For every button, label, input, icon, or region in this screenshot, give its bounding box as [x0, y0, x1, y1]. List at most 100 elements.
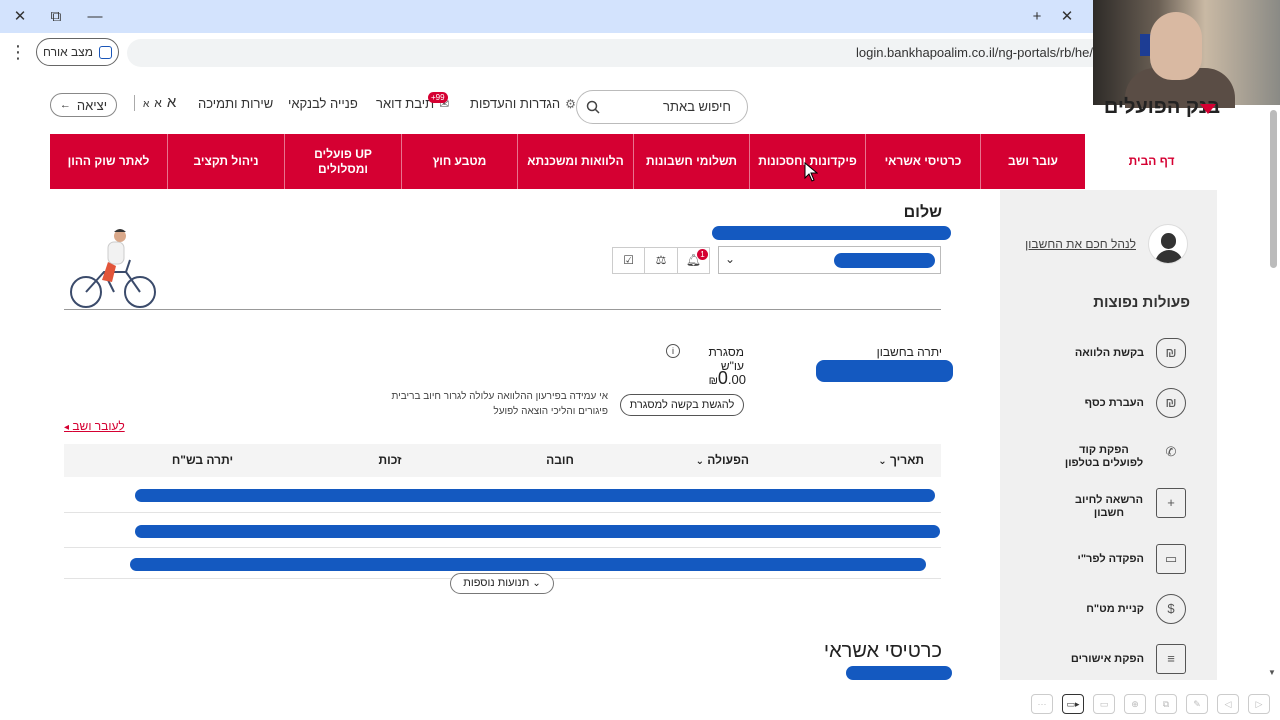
mailbox-label: תיבת דואר: [376, 96, 435, 111]
font-size-controls: א א א: [143, 94, 176, 111]
action-money-transfer[interactable]: העברת כסף ₪: [1020, 384, 1200, 428]
settings-link[interactable]: הגדרות והעדפות ⚙: [470, 96, 576, 111]
credit-disclaimer: אי עמידה בפירעון ההלוואה עלולה לגרור חיו…: [391, 391, 608, 417]
more-icon[interactable]: ···: [1031, 694, 1053, 714]
to-current-account-link[interactable]: ◂ לעובר ושב: [64, 419, 125, 433]
column-date-label: תאריך: [889, 453, 924, 467]
scroll-down-arrow-icon[interactable]: ▼: [1268, 668, 1276, 677]
close-icon[interactable]: ✕: [8, 6, 32, 28]
column-date[interactable]: ⌄ תאריך: [874, 453, 924, 467]
forward-icon[interactable]: ▷: [1248, 694, 1270, 714]
browser-title-bar: [0, 0, 1280, 33]
guest-mode-button[interactable]: מצב אורח: [36, 38, 119, 66]
arrow-left-icon: ◂: [64, 422, 70, 433]
nav-budget-management[interactable]: ניהול תקציב: [167, 134, 284, 189]
nav-current-account[interactable]: עובר ושב: [980, 134, 1085, 189]
font-large-button[interactable]: א: [167, 94, 176, 111]
restore-icon[interactable]: ⧉: [44, 6, 68, 28]
video-icon[interactable]: ▭▸: [1062, 694, 1084, 714]
checklist-icon[interactable]: ☑: [613, 248, 646, 273]
action-label: העברת כסף: [1084, 397, 1144, 409]
table-row-redacted: [135, 525, 940, 538]
more-transactions-button[interactable]: תנועות נוספות ⌄: [450, 573, 554, 594]
logo-mark-icon: [1200, 104, 1216, 114]
nav-loans-mortgage[interactable]: הלוואות ומשכנתא: [517, 134, 633, 189]
action-label: קניית מט"ח: [1086, 603, 1144, 615]
exit-label: יציאה: [76, 97, 108, 113]
webcam-person-face: [1150, 12, 1202, 80]
settings-label: הגדרות והעדפות: [470, 96, 561, 111]
credit-request-button[interactable]: להגשת בקשה למסגרת: [620, 394, 744, 416]
action-certificates[interactable]: הפקת אישורים ≡: [1020, 640, 1200, 684]
notification-badge: 1: [697, 249, 708, 260]
column-debit: חובה: [546, 453, 574, 467]
redaction-cards: [846, 666, 952, 680]
certificates-icon: ≡: [1156, 644, 1186, 674]
nav-foreign-currency[interactable]: מטבע חוץ: [401, 134, 517, 189]
action-debit-authorization[interactable]: הרשאה לחיוב חשבון +: [1020, 484, 1200, 528]
nav-capital-market[interactable]: לאתר שוק ההון: [50, 134, 167, 189]
nav-poalim-up[interactable]: פועלים UP ומסלולים: [284, 134, 401, 189]
avatar[interactable]: [1148, 224, 1188, 264]
search-icon[interactable]: [586, 100, 600, 114]
url-field[interactable]: login.bankhapoalim.co.il/ng-portals/rb/h…: [127, 39, 1127, 67]
action-buy-foreign-currency[interactable]: קניית מט"ח $: [1020, 590, 1200, 634]
action-phone-code[interactable]: הפקת קוד לפועלים בטלפון ✆: [1020, 434, 1200, 478]
column-action-label: הפעולה: [707, 453, 749, 467]
table-row-divider: [64, 512, 941, 513]
exit-button[interactable]: ← יציאה: [50, 93, 117, 117]
font-medium-button[interactable]: א: [154, 96, 162, 110]
nav-home[interactable]: דף הבית: [1085, 134, 1218, 189]
action-loan-request[interactable]: בקשת הלוואה ₪: [1020, 334, 1200, 378]
manage-account-link[interactable]: לנהל חכם את החשבון: [1020, 237, 1136, 251]
pen-icon[interactable]: ✎: [1186, 694, 1208, 714]
copy-icon[interactable]: ⧉: [1155, 694, 1177, 714]
contact-banker-link[interactable]: פנייה לבנקאי: [288, 96, 358, 111]
nav-credit-cards[interactable]: כרטיסי אשראי: [865, 134, 980, 189]
main-nav: דף הבית עובר ושב כרטיסי אשראי פיקדונות ו…: [50, 134, 1218, 189]
column-balance: יתרה בש"ח: [171, 453, 234, 467]
close-tab-icon[interactable]: ✕: [1055, 6, 1079, 28]
deposit-icon: ▭: [1156, 544, 1186, 574]
balance-label: יתרה בחשבון: [876, 345, 942, 359]
guest-label: מצב אורח: [43, 45, 93, 59]
action-label: בקשת הלוואה: [1074, 347, 1144, 359]
section-divider: [64, 309, 941, 310]
column-credit: זכות: [378, 453, 402, 467]
minimize-icon[interactable]: —: [83, 6, 107, 28]
arrow-left-icon: ←: [59, 99, 71, 111]
zoom-icon[interactable]: ⊕: [1124, 694, 1146, 714]
font-small-button[interactable]: א: [143, 99, 149, 110]
action-deposit[interactable]: הפקדה לפר"י ▭: [1020, 540, 1200, 584]
sort-chevron-icon: ⌄: [695, 456, 704, 467]
credit-amount-main: 0: [717, 368, 728, 388]
more-transactions-label: תנועות נוספות: [463, 577, 530, 589]
account-icon-bar: ☑ ⚖ 🔔︎: [612, 247, 710, 274]
credit-amount-decimals: .00: [727, 372, 746, 387]
info-icon[interactable]: i: [666, 344, 680, 358]
loan-bag-icon: ₪: [1156, 338, 1186, 368]
mouse-cursor-icon: [804, 162, 818, 182]
scrollbar-thumb[interactable]: [1270, 110, 1277, 268]
screen-icon[interactable]: ▭: [1093, 694, 1115, 714]
phone-code-icon: ✆: [1165, 444, 1177, 459]
action-label: הפקת קוד לפועלים בטלפון: [1064, 444, 1144, 469]
kebab-menu-icon[interactable]: ⋮: [8, 42, 28, 62]
header-divider: [134, 95, 135, 111]
column-action[interactable]: ⌄ הפעולה: [689, 453, 749, 467]
money-transfer-icon: ₪: [1156, 388, 1186, 418]
table-row-divider: [64, 547, 941, 548]
foreign-currency-icon: $: [1156, 594, 1186, 624]
action-label: הפקדה לפר"י: [1077, 553, 1144, 565]
scales-icon[interactable]: ⚖: [645, 248, 678, 273]
common-actions-title: פעולות נפוצות: [1093, 294, 1190, 311]
credit-amount-currency: ₪: [708, 375, 718, 387]
new-tab-icon[interactable]: +: [1025, 6, 1049, 28]
search-input[interactable]: חיפוש באתר: [576, 90, 748, 124]
chevron-down-icon: ⌄: [532, 578, 541, 589]
nav-bill-payments[interactable]: תשלומי חשבונות: [633, 134, 749, 189]
back-icon[interactable]: ◁: [1217, 694, 1239, 714]
debit-authorization-icon: +: [1156, 488, 1186, 518]
service-support-link[interactable]: שירות ותמיכה: [198, 96, 273, 111]
cyclist-illustration: [70, 229, 156, 308]
